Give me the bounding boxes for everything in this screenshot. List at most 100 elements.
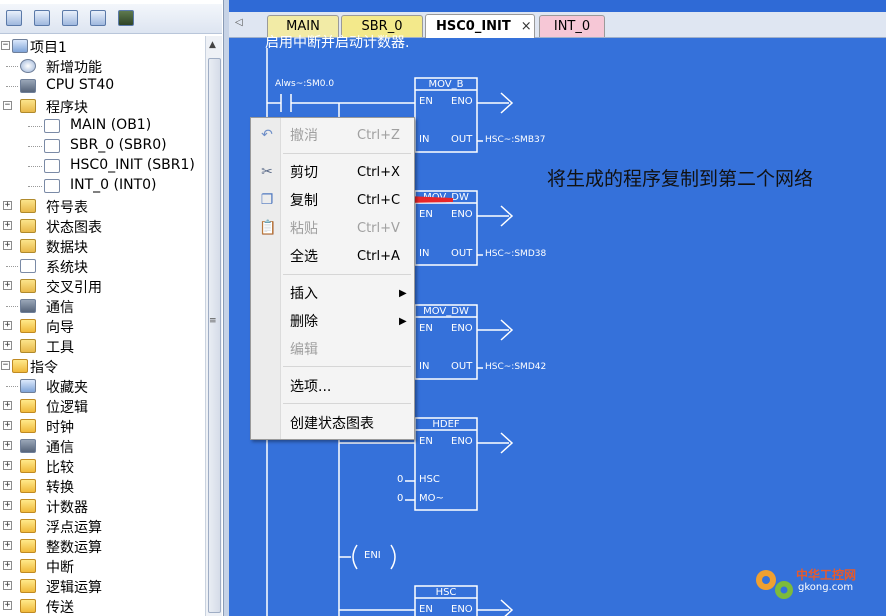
expand-icon[interactable]: + bbox=[3, 221, 12, 230]
tree-item-label: 整数运算 bbox=[46, 540, 102, 556]
paste-icon: 📋 bbox=[259, 220, 277, 236]
pin-in: IN bbox=[419, 248, 430, 259]
tree-toolbar bbox=[0, 4, 222, 34]
menu-item[interactable]: 创建状态图表 bbox=[251, 410, 414, 436]
tree-connector bbox=[6, 266, 18, 267]
scroll-up-icon[interactable]: ▲ bbox=[209, 40, 216, 50]
expand-icon[interactable]: + bbox=[3, 461, 12, 470]
move-icon bbox=[20, 599, 36, 613]
tree-item[interactable]: 新增功能 bbox=[0, 56, 205, 76]
tree-item[interactable]: HSC0_INIT (SBR1) bbox=[0, 156, 205, 176]
expand-icon[interactable]: + bbox=[3, 201, 12, 210]
expand-icon[interactable]: + bbox=[3, 501, 12, 510]
tree-item-label: 项目1 bbox=[30, 40, 67, 56]
expand-icon[interactable]: + bbox=[3, 541, 12, 550]
expand-icon[interactable]: + bbox=[3, 561, 12, 570]
tree-tool-icon-3[interactable] bbox=[62, 10, 78, 26]
tree-item-label: 逻辑运算 bbox=[46, 580, 102, 596]
tab-int0[interactable]: INT_0 bbox=[539, 15, 605, 37]
tree-item[interactable]: + 时钟 bbox=[0, 416, 205, 436]
collapse-icon[interactable]: − bbox=[1, 41, 10, 50]
expand-icon[interactable]: + bbox=[3, 521, 12, 530]
tree-item-label: 计数器 bbox=[46, 500, 88, 516]
tree-item[interactable]: − 指令 bbox=[0, 356, 205, 376]
tab-scroll-left-icon[interactable]: ◁ bbox=[235, 17, 243, 28]
tree-connector bbox=[28, 146, 42, 147]
expand-icon[interactable]: + bbox=[3, 321, 12, 330]
tree-tool-icon-4[interactable] bbox=[90, 10, 106, 26]
menu-item[interactable]: 插入 ▶ bbox=[251, 280, 414, 306]
block-name: MOV_B bbox=[428, 79, 464, 90]
tree-item[interactable]: CPU ST40 bbox=[0, 76, 205, 96]
pin-en: EN bbox=[419, 604, 433, 615]
tree-item[interactable]: 收藏夹 bbox=[0, 376, 205, 396]
tree-item[interactable]: 系统块 bbox=[0, 256, 205, 276]
tree-item[interactable]: SBR_0 (SBR0) bbox=[0, 136, 205, 156]
expand-icon[interactable]: + bbox=[3, 241, 12, 250]
tree-item[interactable]: + 符号表 bbox=[0, 196, 205, 216]
menu-item[interactable]: ✂ 剪切 Ctrl+X bbox=[251, 159, 414, 185]
tree-tool-icon-2[interactable] bbox=[34, 10, 50, 26]
menu-item[interactable]: 📋 粘贴 Ctrl+V bbox=[251, 215, 414, 241]
favorites-icon bbox=[20, 379, 36, 393]
menu-item[interactable]: ❐ 复制 Ctrl+C bbox=[251, 187, 414, 213]
tree-item[interactable]: + 计数器 bbox=[0, 496, 205, 516]
menu-item[interactable]: 删除 ▶ bbox=[251, 308, 414, 334]
menu-item[interactable]: 选项... bbox=[251, 373, 414, 399]
collapse-icon[interactable]: − bbox=[1, 361, 10, 370]
menu-item[interactable]: 编辑 bbox=[251, 336, 414, 362]
tree-item[interactable]: + 浮点运算 bbox=[0, 516, 205, 536]
expand-icon[interactable]: + bbox=[3, 281, 12, 290]
tree-item[interactable]: + 通信 bbox=[0, 436, 205, 456]
tree-scrollbar[interactable]: ▲ ≡ bbox=[205, 36, 222, 616]
expand-icon[interactable]: + bbox=[3, 441, 12, 450]
scrollbar-thumb[interactable] bbox=[208, 58, 221, 613]
help-icon bbox=[20, 59, 36, 73]
tree-item[interactable]: + 整数运算 bbox=[0, 536, 205, 556]
expand-icon[interactable]: + bbox=[3, 401, 12, 410]
pin-eno: ENO bbox=[451, 323, 473, 334]
tree-item[interactable]: + 转换 bbox=[0, 476, 205, 496]
tree-item[interactable]: + 中断 bbox=[0, 556, 205, 576]
expand-icon[interactable]: + bbox=[3, 581, 12, 590]
eni-coil-right bbox=[390, 544, 396, 570]
expand-icon[interactable]: + bbox=[3, 341, 12, 350]
tree-item[interactable]: + 比较 bbox=[0, 456, 205, 476]
tab-hsc0-init[interactable]: HSC0_INIT × bbox=[425, 14, 535, 38]
convert-icon bbox=[20, 479, 36, 493]
tree-item[interactable]: + 交叉引用 bbox=[0, 276, 205, 296]
tree-tool-icon-5[interactable] bbox=[118, 10, 134, 26]
tree-item[interactable]: + 工具 bbox=[0, 336, 205, 356]
tree-item[interactable]: 通信 bbox=[0, 296, 205, 316]
tree-item[interactable]: − 程序块 bbox=[0, 96, 205, 116]
tree-item[interactable]: INT_0 (INT0) bbox=[0, 176, 205, 196]
tree-item[interactable]: + 状态图表 bbox=[0, 216, 205, 236]
menu-separator bbox=[283, 153, 411, 154]
tree-tool-icon-1[interactable] bbox=[6, 10, 22, 26]
menu-item-label: 编辑 bbox=[290, 342, 318, 358]
communication-icon bbox=[20, 439, 36, 453]
tree-connector bbox=[28, 126, 42, 127]
block-name: HDEF bbox=[432, 419, 460, 430]
out-address: HSC~:SMB37 bbox=[485, 135, 546, 145]
tree-item-label: 中断 bbox=[46, 560, 74, 576]
tree-item[interactable]: − 项目1 bbox=[0, 36, 205, 56]
menu-item[interactable]: ↶ 撤消 Ctrl+Z bbox=[251, 122, 414, 148]
tree-item-label: 系统块 bbox=[46, 260, 88, 276]
expand-icon[interactable]: + bbox=[3, 421, 12, 430]
tree-item[interactable]: + 位逻辑 bbox=[0, 396, 205, 416]
tree-item-label: 收藏夹 bbox=[46, 380, 88, 396]
tree-item[interactable]: + 逻辑运算 bbox=[0, 576, 205, 596]
collapse-icon[interactable]: − bbox=[3, 101, 12, 110]
tree-item[interactable]: + 数据块 bbox=[0, 236, 205, 256]
cut-icon: ✂ bbox=[261, 164, 273, 180]
close-icon[interactable]: × bbox=[521, 19, 532, 34]
tree-item[interactable]: + 传送 bbox=[0, 596, 205, 616]
menu-shortcut: Ctrl+Z bbox=[357, 127, 400, 143]
expand-icon[interactable]: + bbox=[3, 481, 12, 490]
menu-item-label: 删除 bbox=[290, 314, 318, 330]
tree-item[interactable]: + 向导 bbox=[0, 316, 205, 336]
tree-item[interactable]: MAIN (OB1) bbox=[0, 116, 205, 136]
expand-icon[interactable]: + bbox=[3, 601, 12, 610]
menu-item[interactable]: 全选 Ctrl+A bbox=[251, 243, 414, 269]
